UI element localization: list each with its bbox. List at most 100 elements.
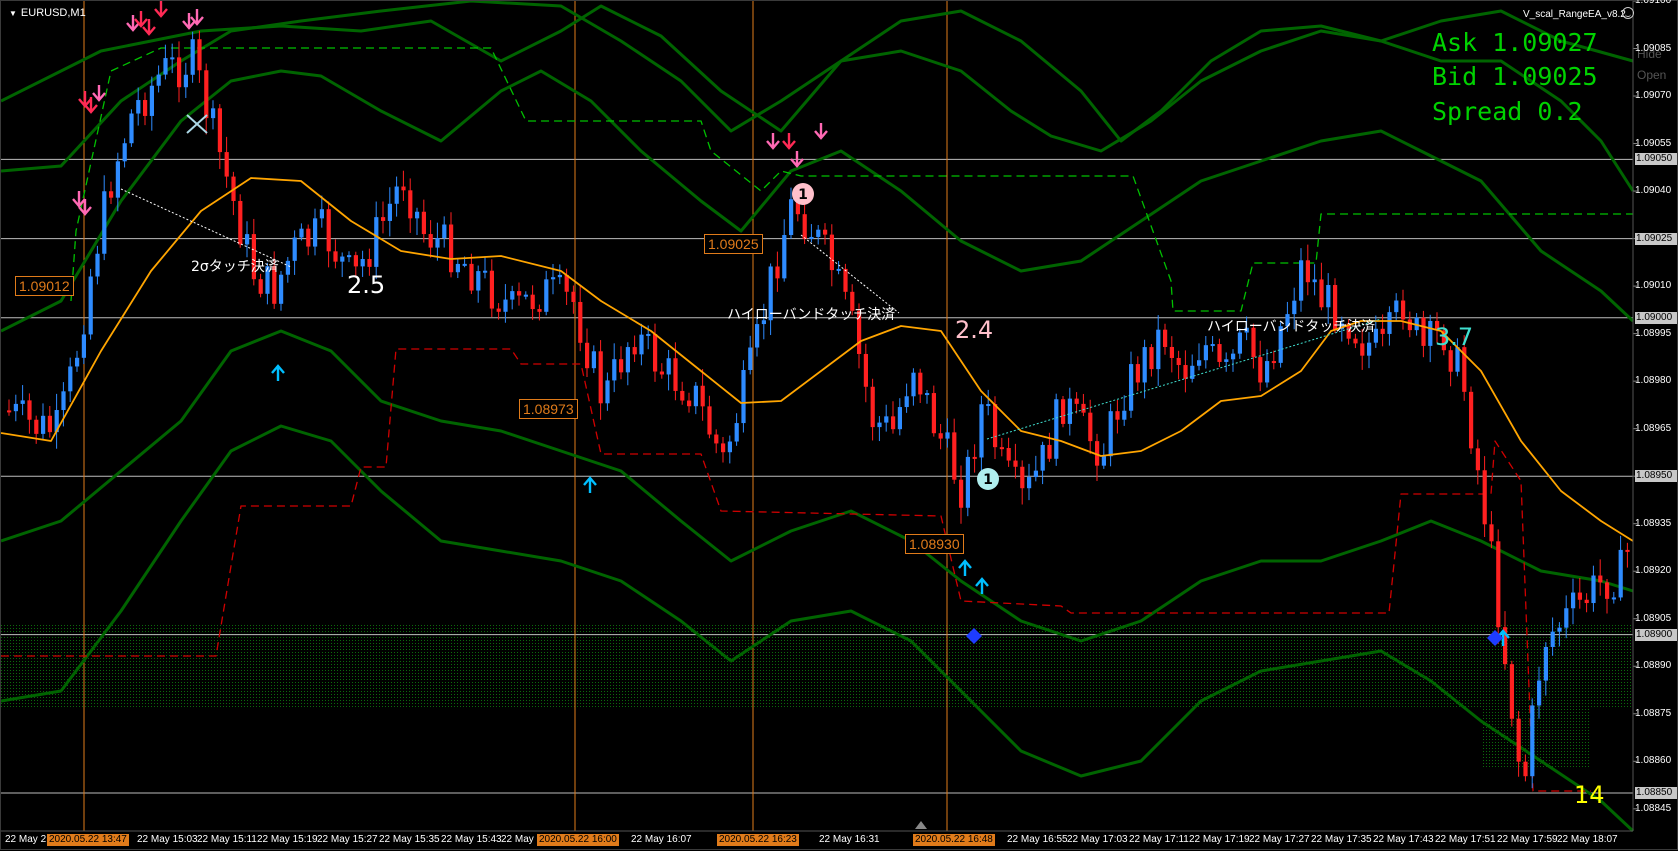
candle-body — [1101, 456, 1106, 466]
chart-window[interactable]: 11 ▼ EURUSD,M1 V_scal_RangeEA_v8.2 Ask 1.… — [0, 0, 1678, 850]
candle-body — [149, 85, 154, 116]
time-tick-label: 22 May 15:43 — [441, 834, 502, 845]
candle-body — [1326, 285, 1331, 308]
candle-body — [1169, 346, 1174, 358]
candle-body — [34, 419, 39, 434]
candle-body — [122, 143, 127, 162]
candle-body — [714, 434, 719, 444]
candle-body — [666, 358, 671, 375]
time-tick-label: 22 May 17:27 — [1249, 834, 1310, 845]
candle-body — [1108, 411, 1113, 457]
candle-body — [1516, 718, 1521, 762]
candle-body — [319, 209, 324, 219]
candle-body — [755, 324, 760, 348]
time-tick-label: 22 May 17:43 — [1373, 834, 1434, 845]
candle-body — [88, 276, 93, 335]
candle-body — [387, 203, 392, 221]
time-tick-label: 22 May 2 — [5, 834, 47, 845]
candle-body — [95, 253, 100, 277]
candle-body — [455, 263, 460, 273]
candle-body — [306, 228, 311, 247]
candle-body — [13, 403, 18, 412]
candle-body — [279, 274, 284, 304]
candle-body — [700, 385, 705, 407]
candle-body — [1557, 627, 1562, 632]
candle-body — [1530, 705, 1535, 777]
candle-body — [41, 415, 46, 434]
candle-body — [727, 441, 732, 453]
candle-body — [1115, 411, 1120, 420]
candle-body — [415, 211, 420, 219]
candle-body — [1061, 399, 1066, 424]
candle-body — [245, 234, 250, 245]
candle-body — [687, 400, 692, 407]
dotted-area — [1481, 669, 1591, 769]
bid-price-label: Bid 1.09025 — [1432, 62, 1598, 91]
candle-body — [1584, 599, 1589, 604]
price-label: 1.08973 — [519, 399, 578, 419]
candle-body — [75, 357, 80, 367]
candle-body — [1176, 357, 1181, 366]
candle-body — [1605, 582, 1610, 599]
candle-body — [1149, 347, 1154, 370]
badge-number: 1 — [798, 187, 808, 203]
price-tick-label: 1.08845 — [1635, 802, 1672, 814]
candle-body — [81, 334, 86, 358]
time-tick-label: 22 May 17:03 — [1067, 834, 1128, 845]
open-button[interactable]: Open — [1637, 68, 1666, 82]
candle-body — [605, 380, 610, 404]
candle-body — [517, 291, 522, 296]
candle-body — [734, 423, 739, 442]
candle-body — [789, 199, 794, 236]
candle-body — [870, 386, 875, 428]
profit-label: 14 — [1574, 781, 1605, 809]
price-level-label: 1.09025 — [1635, 232, 1677, 245]
price-tick-label: 1.08875 — [1635, 707, 1672, 719]
candle-body — [843, 268, 848, 292]
price-level-label: 1.09000 — [1635, 311, 1677, 324]
price-tick-label: 1.08860 — [1635, 755, 1672, 767]
candle-body — [1006, 448, 1011, 461]
bollinger-band — [1, 4, 1634, 143]
candle-body — [347, 255, 352, 258]
bollinger-band — [1, 329, 1634, 643]
price-label: 1.09025 — [704, 234, 763, 254]
candle-body — [1258, 357, 1263, 383]
time-marker-label: 2020.05.22 16:00 — [537, 834, 619, 846]
chart-menu-icon[interactable]: ▼ — [9, 9, 17, 18]
candle-body — [47, 415, 52, 433]
price-label: 1.09012 — [15, 276, 74, 296]
candle-body — [911, 372, 916, 397]
close-comment: ハイローバンドタッチ決済 — [727, 307, 896, 323]
time-marker-label: 2020.05.22 13:47 — [47, 834, 129, 846]
candle-body — [1040, 444, 1045, 471]
candle-body — [1156, 329, 1161, 370]
time-tick-label: 22 May 17:19 — [1189, 834, 1250, 845]
candle-body — [204, 70, 209, 119]
price-chart[interactable]: 11 — [1, 1, 1678, 851]
candle-body — [1088, 412, 1093, 442]
expert-advisor-name: V_scal_RangeEA_v8.2 — [1523, 9, 1626, 20]
candle-body — [367, 259, 372, 267]
candle-body — [809, 236, 814, 240]
time-tick-label: 22 May 17:11 — [1129, 834, 1189, 845]
candle-body — [1489, 524, 1494, 542]
candle-body — [462, 263, 467, 266]
candle-body — [537, 309, 542, 312]
candle-body — [1387, 312, 1392, 334]
candle-body — [1027, 477, 1032, 489]
candle-body — [68, 366, 73, 392]
candle-body — [965, 456, 970, 508]
candle-body — [1482, 470, 1487, 525]
price-tick-label: 1.09055 — [1635, 137, 1672, 149]
ask-price-label: Ask 1.09027 — [1432, 28, 1598, 57]
candle-body — [1469, 391, 1474, 449]
candle-body — [163, 58, 168, 75]
candle-body — [510, 291, 515, 300]
candle-body — [115, 161, 120, 198]
candle-body — [646, 333, 651, 336]
candle-body — [1271, 361, 1276, 364]
candle-body — [333, 251, 338, 262]
candle-body — [1135, 364, 1140, 383]
candle-body — [1047, 444, 1052, 459]
